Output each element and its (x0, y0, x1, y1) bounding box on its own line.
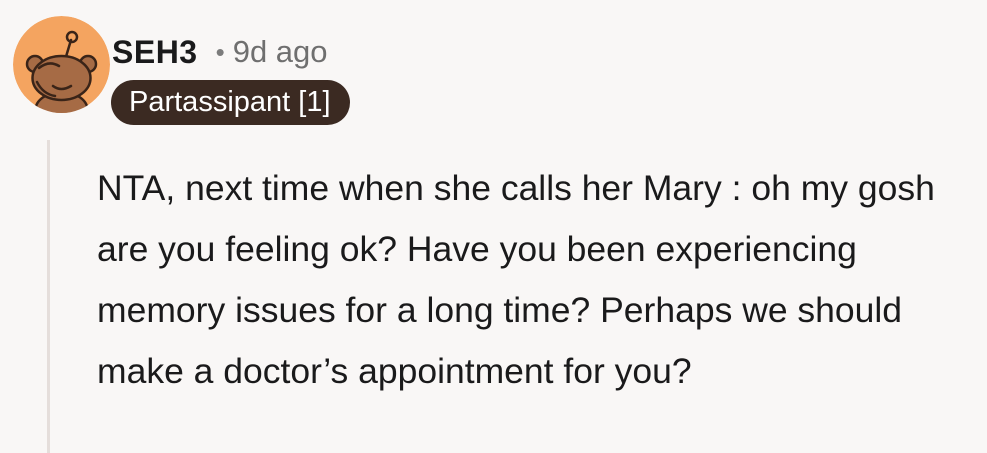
user-avatar[interactable] (13, 16, 110, 113)
meta-separator: • (215, 36, 225, 67)
comment-timestamp[interactable]: 9d ago (233, 34, 328, 70)
thread-collapse-line[interactable] (47, 140, 50, 453)
user-flair-label: Partassipant [1] (129, 86, 331, 118)
comment: SEH3 • 9d ago Partassipant [1] NTA, next… (0, 0, 987, 453)
comment-body: NTA, next time when she calls her Mary :… (97, 168, 935, 391)
comment-meta: SEH3 • 9d ago (112, 30, 328, 74)
author-username[interactable]: SEH3 (112, 34, 198, 71)
user-flair-badge: Partassipant [1] (111, 80, 350, 125)
snoo-avatar-icon (13, 16, 110, 113)
